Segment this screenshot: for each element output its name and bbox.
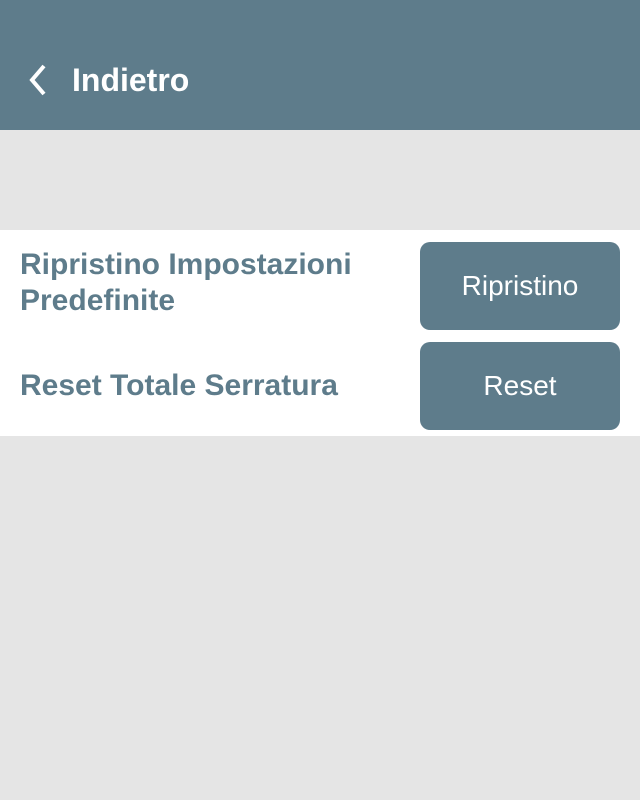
header-title[interactable]: Indietro [72, 62, 189, 99]
status-bar [0, 0, 640, 30]
content-gap [0, 130, 640, 230]
back-chevron-icon[interactable] [24, 60, 52, 100]
settings-panel: Ripristino Impostazioni Predefinite Ripr… [0, 230, 640, 436]
restore-defaults-label: Ripristino Impostazioni Predefinite [20, 247, 420, 319]
restore-defaults-row: Ripristino Impostazioni Predefinite Ripr… [0, 230, 640, 336]
full-reset-row: Reset Totale Serratura Reset [0, 336, 640, 436]
full-reset-label: Reset Totale Serratura [20, 368, 420, 404]
reset-button[interactable]: Reset [420, 342, 620, 430]
restore-button[interactable]: Ripristino [420, 242, 620, 330]
header-bar: Indietro [0, 30, 640, 130]
